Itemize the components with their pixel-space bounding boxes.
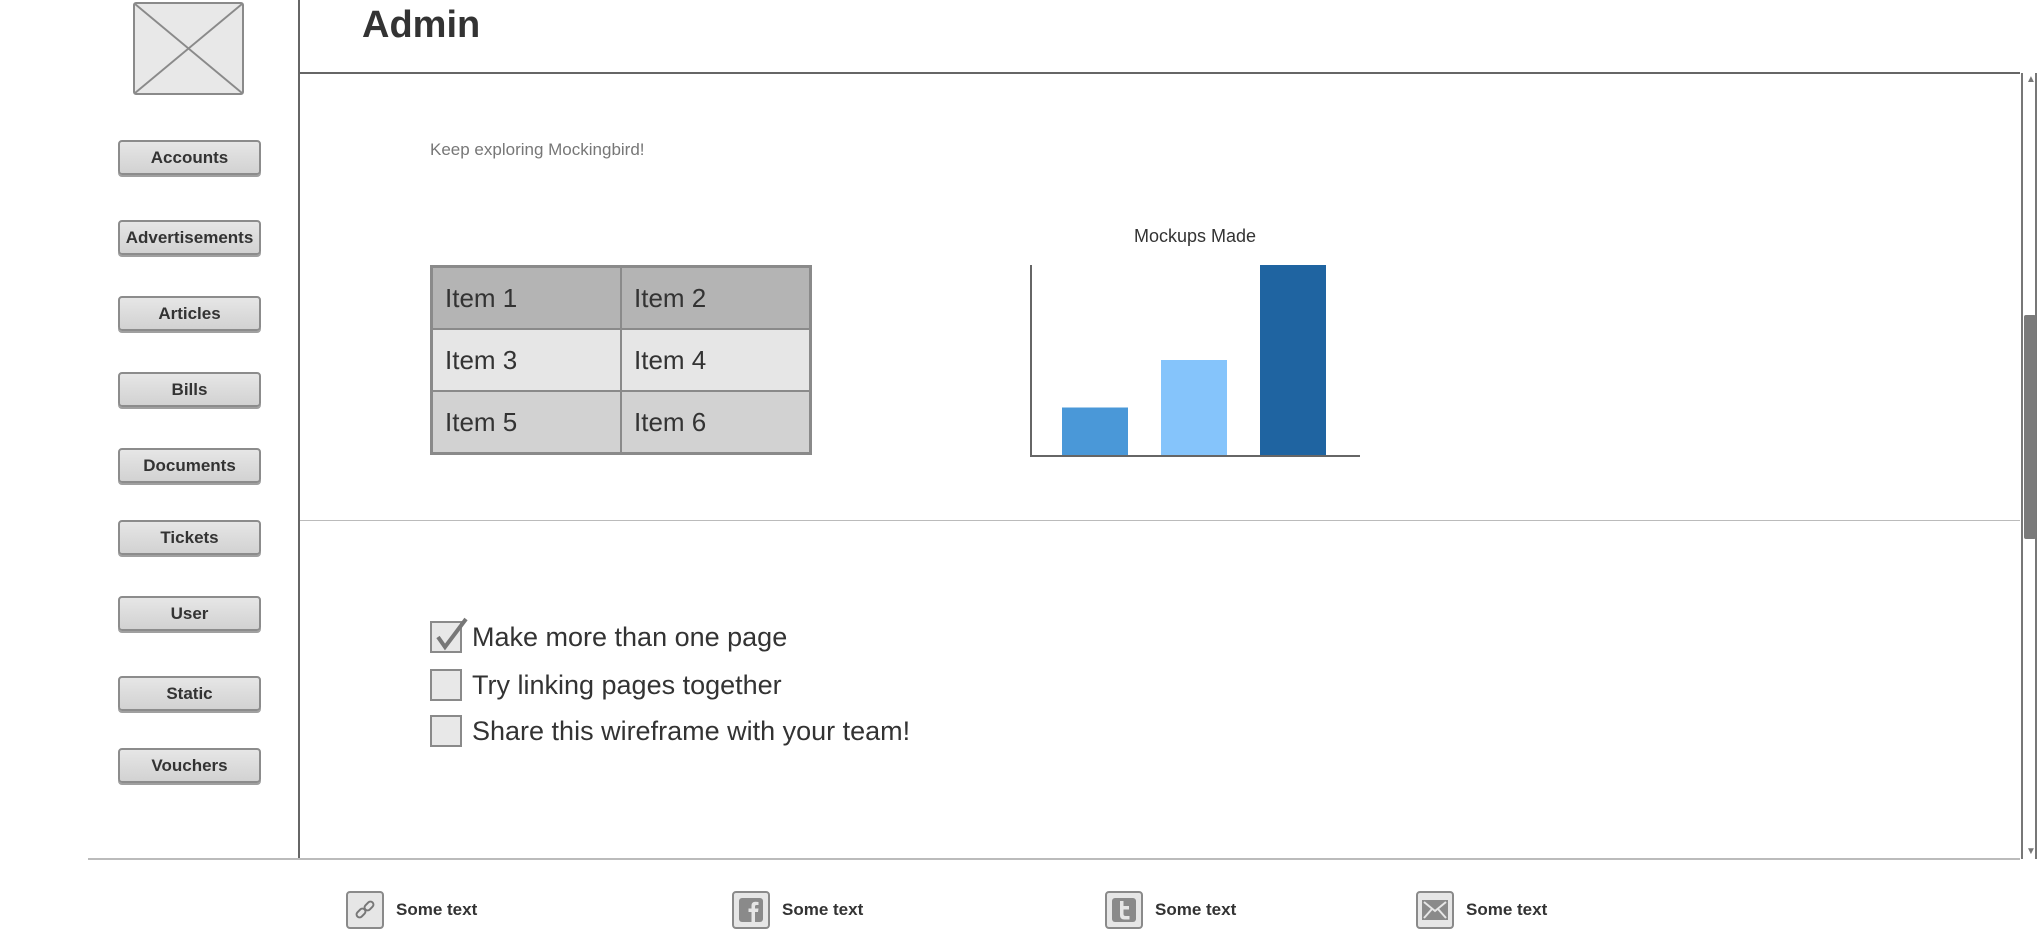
checklist-item[interactable]: Share this wireframe with your team! [430, 715, 910, 747]
nav-documents-button[interactable]: Documents [118, 448, 261, 483]
twitter-icon [1105, 891, 1143, 929]
intro-text: Keep exploring Mockingbird! [430, 140, 645, 159]
logo-placeholder-image [133, 2, 244, 95]
scroll-up-arrow-icon[interactable]: ▲ [2026, 75, 2036, 85]
footer-divider [88, 858, 2020, 860]
chart-bar-1 [1062, 407, 1128, 455]
footer-mail-item[interactable]: Some text [1416, 891, 1547, 929]
chart-bar-3 [1260, 265, 1326, 455]
checklist-label: Share this wireframe with your team! [472, 715, 911, 746]
grid-cell: Item 3 [432, 329, 621, 391]
footer-twitter-item[interactable]: Some text [1105, 891, 1236, 929]
grid-cell: Item 6 [621, 391, 810, 453]
grid-cell: Item 1 [432, 267, 621, 329]
scrollbar-thumb[interactable] [2024, 315, 2036, 539]
nav-tickets-button[interactable]: Tickets [118, 520, 261, 555]
item-grid: Item 1 Item 2 Item 3 Item 4 Item 5 Item … [430, 265, 812, 455]
nav-advertisements-button[interactable]: Advertisements [118, 220, 261, 255]
checkbox-checked[interactable] [430, 617, 468, 653]
nav-vouchers-button[interactable]: Vouchers [118, 748, 261, 783]
checklist-item[interactable]: Make more than one page [430, 617, 788, 653]
nav-articles-button[interactable]: Articles [118, 296, 261, 331]
nav-static-button[interactable]: Static [118, 676, 261, 711]
vertical-scrollbar[interactable]: ▲ ▼ [2021, 73, 2037, 859]
facebook-icon [732, 891, 770, 929]
grid-cell: Item 2 [621, 267, 810, 329]
mail-icon [1416, 891, 1454, 929]
nav-accounts-button[interactable]: Accounts [118, 140, 261, 175]
grid-cell: Item 5 [432, 391, 621, 453]
title-divider [298, 72, 2020, 74]
page-title: Admin [362, 4, 481, 46]
bar-chart [1030, 265, 1360, 457]
footer-link-text: Some text [396, 900, 478, 919]
checklist-label: Try linking pages together [472, 669, 782, 700]
footer-link-item[interactable]: Some text [346, 891, 477, 929]
link-icon [346, 891, 384, 929]
footer-facebook-item[interactable]: Some text [732, 891, 863, 929]
checkbox-unchecked[interactable] [430, 715, 462, 747]
footer-mail-text: Some text [1466, 900, 1548, 919]
section-divider [300, 520, 2020, 521]
grid-cell: Item 4 [621, 329, 810, 391]
nav-user-button[interactable]: User [118, 596, 261, 631]
checkmark-icon [436, 617, 468, 651]
nav-bills-button[interactable]: Bills [118, 372, 261, 407]
checklist-item[interactable]: Try linking pages together [430, 669, 782, 701]
sidebar-divider [298, 0, 300, 858]
footer-facebook-text: Some text [782, 900, 864, 919]
checkbox-unchecked[interactable] [430, 669, 462, 701]
scroll-down-arrow-icon[interactable]: ▼ [2026, 847, 2036, 857]
footer-twitter-text: Some text [1155, 900, 1237, 919]
chart-bar-2 [1161, 360, 1227, 455]
checklist-label: Make more than one page [472, 621, 788, 652]
chart-title: Mockups Made [1133, 226, 1257, 246]
